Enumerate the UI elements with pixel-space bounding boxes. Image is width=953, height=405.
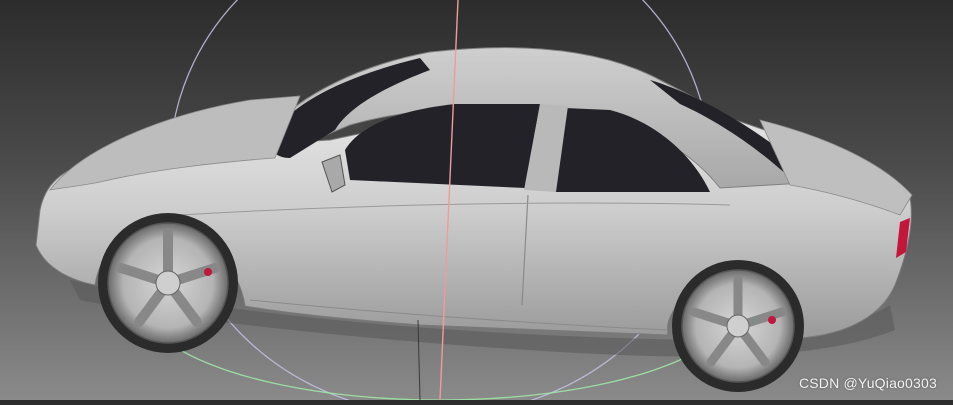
watermark-text: CSDN @YuQiao0303	[798, 375, 937, 391]
viewport-scene	[35, 0, 913, 405]
front-wheel	[98, 213, 238, 353]
car-model[interactable]	[35, 47, 913, 392]
3d-viewport[interactable]: CSDN @YuQiao0303	[0, 0, 953, 405]
rear-wheel	[672, 260, 804, 392]
